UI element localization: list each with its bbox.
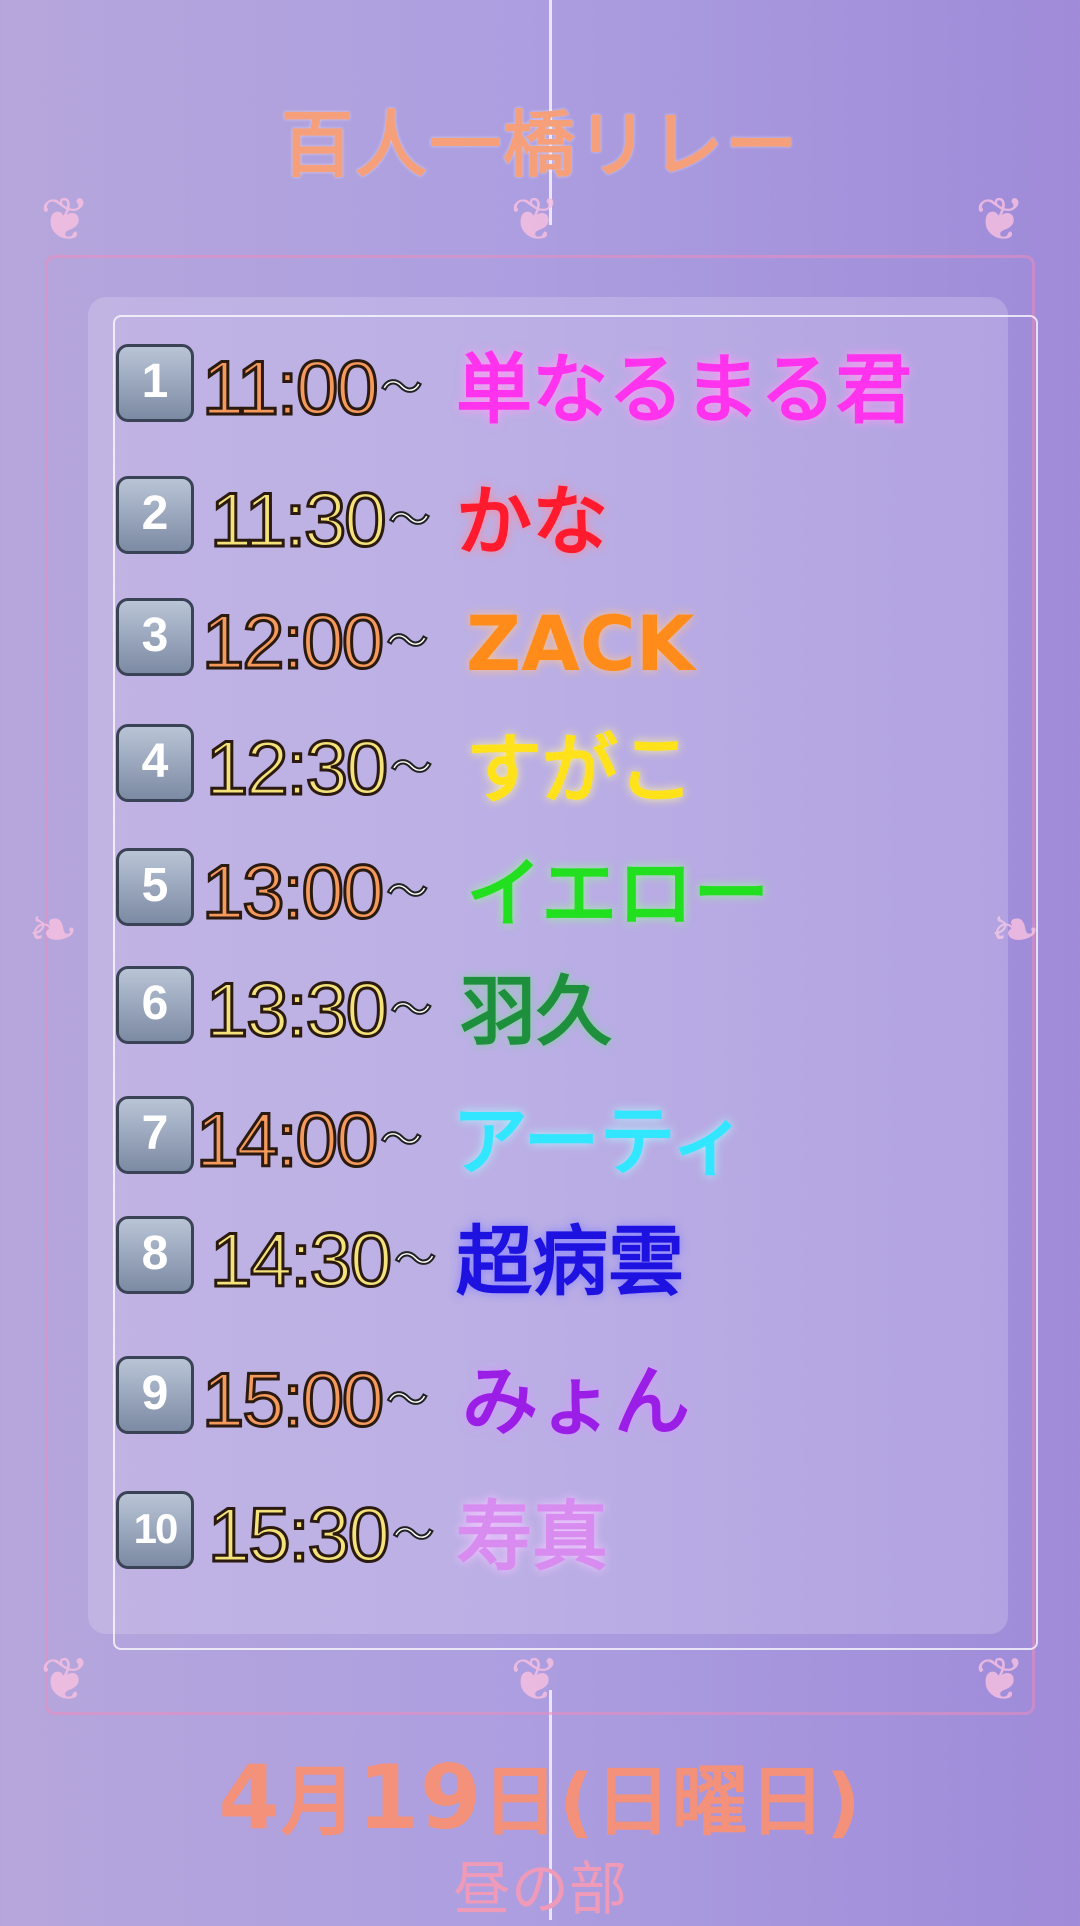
from-mark: 〜 bbox=[380, 362, 424, 413]
ornament-bottom-center-icon: ❦ bbox=[510, 1645, 561, 1715]
start-time: 13:00〜 bbox=[200, 849, 429, 936]
number-badge: 8 bbox=[116, 1216, 194, 1294]
from-mark: 〜 bbox=[389, 742, 433, 793]
performer-name: ZACK bbox=[466, 599, 695, 688]
performer-name: すがこ bbox=[466, 725, 694, 814]
from-mark: 〜 bbox=[385, 1374, 429, 1425]
number-badge: 10 bbox=[116, 1491, 194, 1569]
performer-name: かな bbox=[456, 477, 608, 566]
performer-name: イエロー bbox=[466, 849, 770, 938]
performer-name: 超病雲 bbox=[456, 1217, 684, 1306]
ornament-left-icon: ❧ bbox=[28, 895, 79, 965]
event-date: 4月19日(日曜日) bbox=[218, 1746, 862, 1849]
number-badge: 7 bbox=[116, 1096, 194, 1174]
ornament-bottom-left-icon: ❦ bbox=[40, 1645, 91, 1715]
start-time: 13:30〜 bbox=[204, 967, 433, 1054]
number-badge: 1 bbox=[116, 344, 194, 422]
session-label: 昼の部 bbox=[452, 1855, 627, 1923]
performer-name: アーティ bbox=[452, 1097, 747, 1186]
number-badge: 2 bbox=[116, 476, 194, 554]
from-mark: 〜 bbox=[391, 1509, 435, 1560]
performer-name: みょん bbox=[462, 1357, 690, 1446]
start-time: 12:00〜 bbox=[200, 599, 429, 686]
number-badge: 9 bbox=[116, 1356, 194, 1434]
start-time: 11:00〜 bbox=[201, 345, 424, 432]
start-time: 15:00〜 bbox=[200, 1357, 429, 1444]
page-title: 百人一橋リレー bbox=[280, 103, 799, 187]
performer-name: 単なるまる君 bbox=[456, 345, 912, 434]
performer-name: 羽久 bbox=[460, 967, 612, 1056]
from-mark: 〜 bbox=[393, 1234, 437, 1285]
from-mark: 〜 bbox=[389, 984, 433, 1035]
number-badge: 5 bbox=[116, 848, 194, 926]
from-mark: 〜 bbox=[385, 866, 429, 917]
ornament-top-left-icon: ❦ bbox=[40, 185, 91, 255]
performer-name: 寿真 bbox=[456, 1492, 608, 1581]
start-time: 14:00〜 bbox=[194, 1097, 423, 1184]
ornament-top-right-icon: ❦ bbox=[975, 185, 1026, 255]
from-mark: 〜 bbox=[379, 1114, 423, 1165]
ornament-top-center-icon: ❦ bbox=[510, 185, 561, 255]
start-time: 15:30〜 bbox=[206, 1492, 435, 1579]
ornament-bottom-right-icon: ❦ bbox=[975, 1645, 1026, 1715]
number-badge: 3 bbox=[116, 598, 194, 676]
start-time: 12:30〜 bbox=[204, 725, 433, 812]
start-time: 11:30〜 bbox=[209, 477, 432, 564]
number-badge: 6 bbox=[116, 966, 194, 1044]
start-time: 14:30〜 bbox=[208, 1217, 437, 1304]
from-mark: 〜 bbox=[385, 616, 429, 667]
number-badge: 4 bbox=[116, 724, 194, 802]
from-mark: 〜 bbox=[388, 494, 432, 545]
